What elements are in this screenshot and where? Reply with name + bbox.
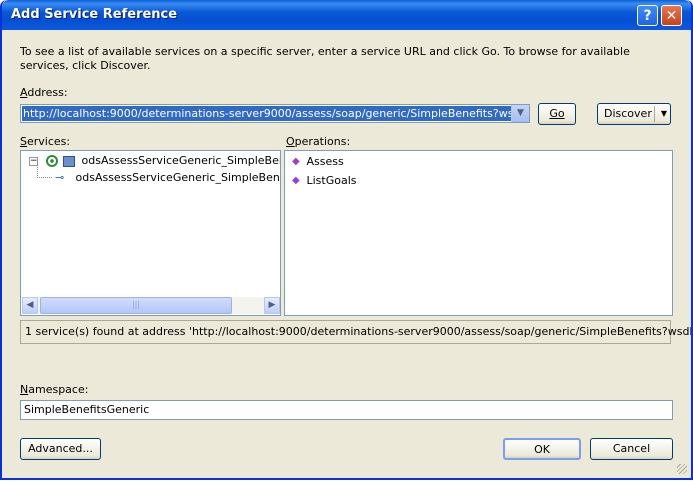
tree-node-endpoint[interactable]: ⊸ odsAssessServiceGeneric_SimpleBenefits xyxy=(37,162,281,184)
instructions-text: To see a list of available services on a… xyxy=(20,45,630,72)
close-button[interactable]: ✕ xyxy=(661,5,682,26)
add-service-reference-dialog: Add Service Reference ? ✕ To see a list … xyxy=(0,0,693,480)
discover-button-label: Discover xyxy=(604,107,652,120)
address-label: Address: xyxy=(20,86,68,99)
operations-label: Operations: xyxy=(286,135,351,148)
namespace-input[interactable]: SimpleBenefitsGeneric xyxy=(20,400,673,420)
services-horizontal-scrollbar[interactable]: ◀ ||| ▶ xyxy=(22,297,280,314)
operation-label: Assess xyxy=(306,155,344,168)
endpoint-interface-icon: ⊸ xyxy=(55,171,65,184)
address-input-value[interactable]: http://localhost:9000/determinations-ser… xyxy=(22,106,525,121)
scroll-left-icon[interactable]: ◀ xyxy=(22,297,38,314)
discover-split-divider xyxy=(654,106,655,122)
operation-item-assess[interactable]: ◆ Assess xyxy=(292,155,344,168)
namespace-label: Namespace: xyxy=(20,383,89,396)
title-bar[interactable]: Add Service Reference ? ✕ xyxy=(2,0,691,30)
method-icon: ◆ xyxy=(292,156,300,167)
tree-node-label: odsAssessServiceGeneric_SimpleBenefits xyxy=(75,171,281,184)
address-combobox[interactable]: http://localhost:9000/determinations-ser… xyxy=(20,104,530,123)
help-button[interactable]: ? xyxy=(637,5,658,26)
ok-button[interactable]: OK xyxy=(503,438,581,460)
operations-list[interactable]: ◆ Assess ◆ ListGoals xyxy=(284,150,673,316)
cancel-button[interactable]: Cancel xyxy=(590,438,673,460)
services-label: Services: xyxy=(20,135,71,148)
operation-item-listgoals[interactable]: ◆ ListGoals xyxy=(292,174,357,187)
operation-label: ListGoals xyxy=(306,174,357,187)
scroll-right-icon[interactable]: ▶ xyxy=(264,297,280,314)
address-dropdown-arrow-icon[interactable]: ▼ xyxy=(511,105,529,122)
discover-dropdown-icon[interactable]: ▼ xyxy=(661,104,667,124)
service-document-icon xyxy=(63,155,75,167)
tree-connector-line xyxy=(37,162,52,178)
advanced-button[interactable]: Advanced... xyxy=(20,438,101,460)
tree-node-label: odsAssessServiceGeneric_SimpleBenefits xyxy=(81,154,281,167)
go-button[interactable]: Go xyxy=(538,103,576,125)
tree-node-service[interactable]: − odsAssessServiceGeneric_SimpleBenefits xyxy=(29,154,281,167)
go-button-label: Go xyxy=(549,107,565,120)
method-icon: ◆ xyxy=(292,175,300,186)
resize-grip[interactable] xyxy=(677,464,687,474)
services-tree[interactable]: − odsAssessServiceGeneric_SimpleBenefits… xyxy=(20,150,281,316)
discover-button[interactable]: Discover ▼ xyxy=(597,103,671,125)
window-title: Add Service Reference xyxy=(11,7,178,22)
status-message: 1 service(s) found at address 'http://lo… xyxy=(20,320,691,344)
scroll-thumb[interactable]: ||| xyxy=(40,297,232,314)
